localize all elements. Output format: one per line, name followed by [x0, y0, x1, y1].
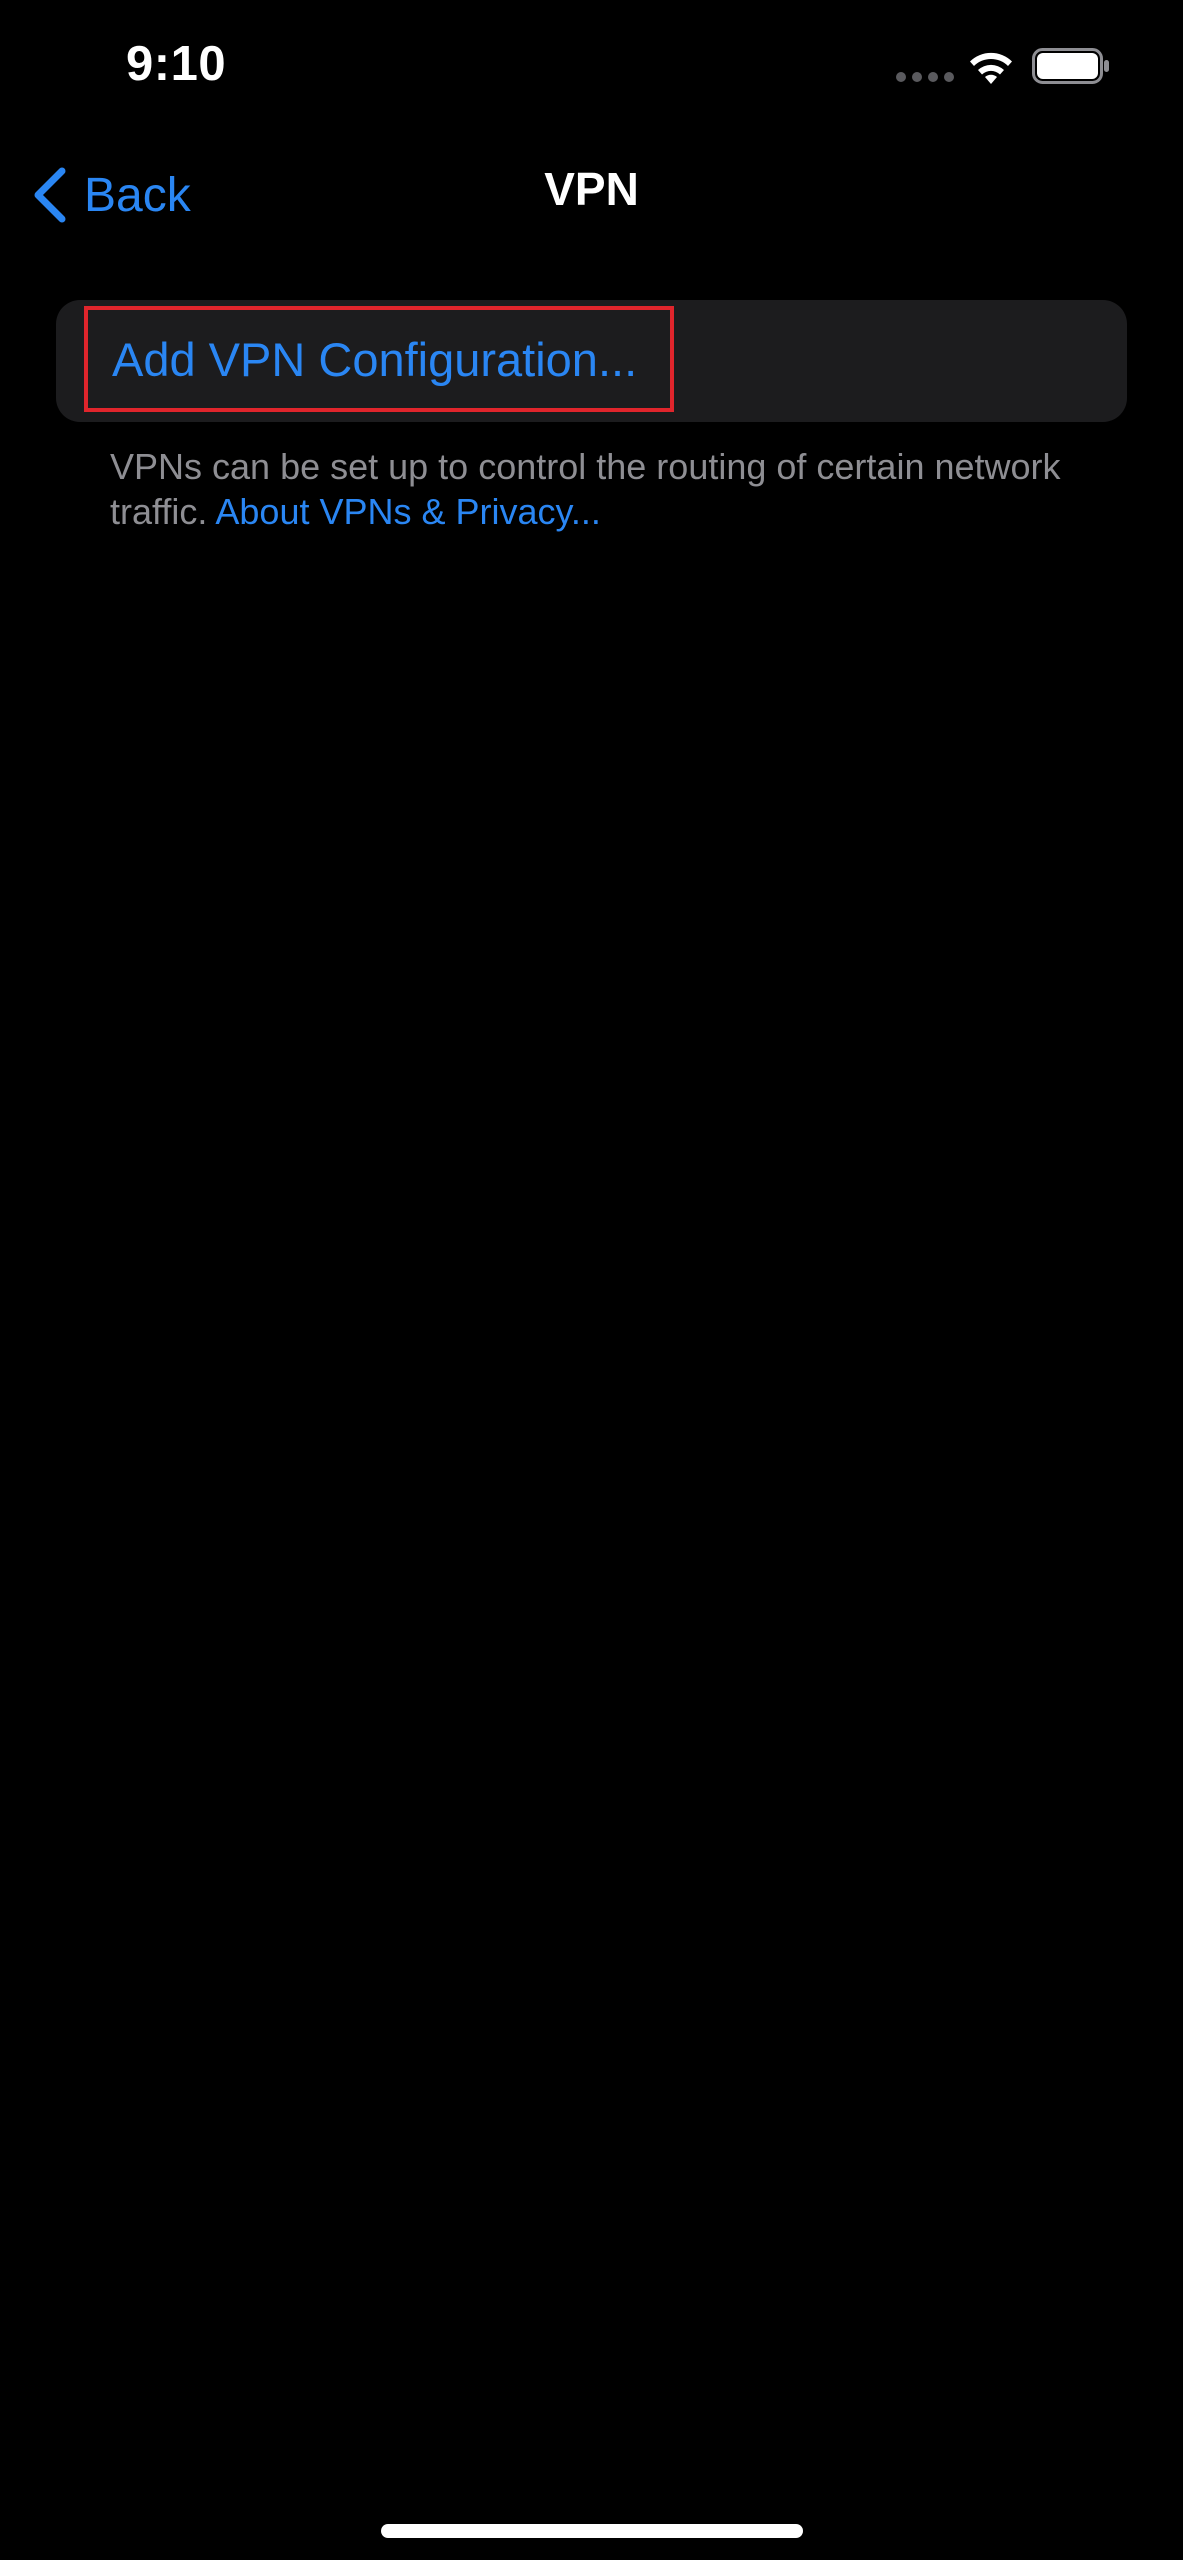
home-indicator[interactable]: [381, 2524, 803, 2538]
battery-full-icon: [1032, 48, 1109, 84]
status-time: 9:10: [126, 37, 227, 91]
vpn-settings-group: Add VPN Configuration...: [56, 300, 1127, 422]
navigation-bar: Back VPN: [0, 150, 1183, 240]
add-vpn-configuration-label: Add VPN Configuration...: [112, 332, 638, 386]
vpn-footer-note: VPNs can be set up to control the routin…: [110, 444, 1110, 534]
about-vpns-privacy-link[interactable]: About VPNs & Privacy...: [215, 491, 600, 532]
page-title: VPN: [544, 163, 639, 215]
cellular-signal-dots-icon: [896, 72, 954, 82]
wifi-icon: [970, 52, 1012, 84]
status-bar: 9:10: [0, 0, 1183, 140]
add-vpn-configuration-button[interactable]: Add VPN Configuration...: [84, 306, 674, 412]
